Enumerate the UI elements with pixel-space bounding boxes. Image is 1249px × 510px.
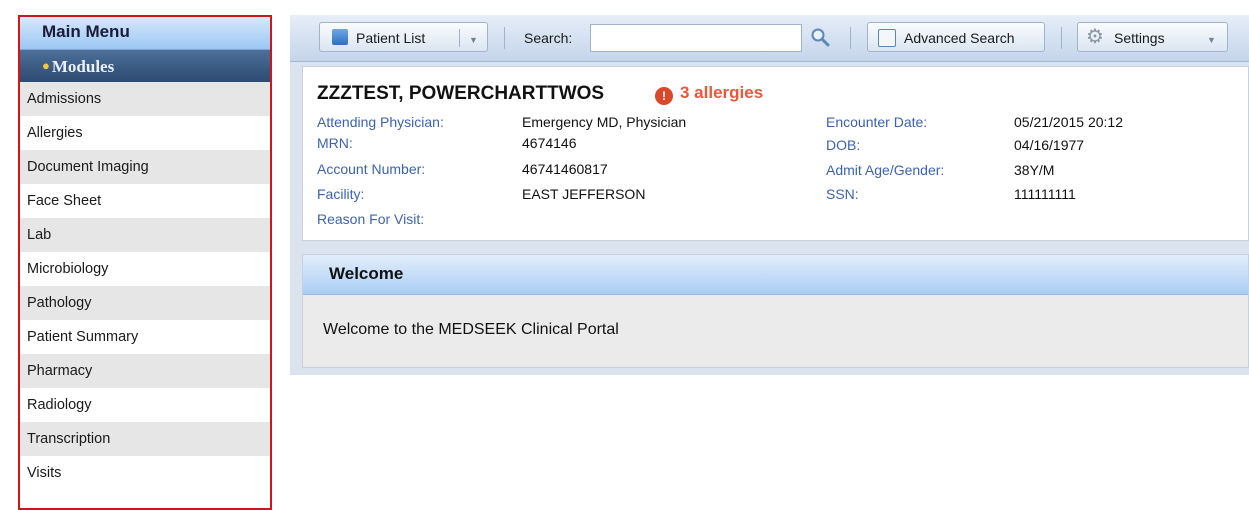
welcome-title: Welcome	[303, 255, 1248, 295]
account-number-label: Account Number:	[317, 161, 426, 177]
main-menu-title: Main Menu	[20, 17, 270, 50]
attending-physician-value: Emergency MD, Physician	[522, 114, 687, 130]
chevron-down-icon[interactable]: ▼	[469, 25, 478, 55]
settings-label: Settings	[1114, 30, 1165, 46]
advanced-search-label: Advanced Search	[904, 30, 1015, 46]
sidebar-item-face-sheet[interactable]: Face Sheet	[20, 184, 270, 218]
modules-label: Modules	[51, 57, 115, 76]
patient-name: ZZZTEST, POWERCHARTTWOS	[317, 83, 605, 104]
patient-list-button[interactable]: Patient List ▼	[319, 22, 488, 52]
settings-button[interactable]: ⚙ Settings ▼	[1077, 22, 1228, 52]
bullet-icon: ●	[42, 58, 50, 73]
toolbar: Patient List ▼ Search: Advanced Search ⚙…	[290, 15, 1249, 62]
mrn-label: MRN:	[317, 135, 353, 151]
gear-icon: ⚙	[1086, 26, 1104, 48]
sidebar-item-visits[interactable]: Visits	[20, 456, 270, 490]
dob-label: DOB:	[826, 137, 861, 153]
toolbar-separator	[504, 27, 505, 49]
sidebar-item-admissions[interactable]: Admissions	[20, 82, 270, 116]
sidebar-item-patient-summary[interactable]: Patient Summary	[20, 320, 270, 354]
patient-banner: ZZZTEST, POWERCHARTTWOS ! 3 allergies At…	[302, 66, 1249, 241]
advanced-search-icon	[878, 29, 896, 47]
main-menu-sidebar: Main Menu ● Modules Admissions Allergies …	[18, 15, 272, 510]
account-number-value: 46741460817	[522, 161, 608, 177]
sidebar-item-document-imaging[interactable]: Document Imaging	[20, 150, 270, 184]
welcome-panel: Welcome Welcome to the MEDSEEK Clinical …	[302, 254, 1249, 368]
encounter-date-value: 05/21/2015 20:12	[1014, 114, 1123, 130]
chevron-down-icon[interactable]: ▼	[1207, 25, 1216, 55]
sidebar-item-pharmacy[interactable]: Pharmacy	[20, 354, 270, 388]
sidebar-item-pathology[interactable]: Pathology	[20, 286, 270, 320]
facility-value: EAST JEFFERSON	[522, 186, 646, 202]
admit-age-gender-value: 38Y/M	[1014, 162, 1055, 178]
welcome-message: Welcome to the MEDSEEK Clinical Portal	[323, 321, 619, 338]
allergy-alert-icon[interactable]: !	[655, 87, 673, 105]
toolbar-separator	[850, 27, 851, 49]
dob-value: 04/16/1977	[1014, 137, 1085, 153]
allergy-count-link[interactable]: 3 allergies	[680, 83, 763, 103]
search-input[interactable]	[590, 24, 802, 52]
sidebar-item-transcription[interactable]: Transcription	[20, 422, 270, 456]
button-divider	[459, 29, 460, 47]
toolbar-separator	[1061, 27, 1062, 49]
sidebar-item-lab[interactable]: Lab	[20, 218, 270, 252]
sidebar-item-allergies[interactable]: Allergies	[20, 116, 270, 150]
search-label: Search:	[524, 30, 573, 46]
sidebar-item-radiology[interactable]: Radiology	[20, 388, 270, 422]
sidebar-item-microbiology[interactable]: Microbiology	[20, 252, 270, 286]
mrn-value: 4674146	[522, 135, 577, 151]
advanced-search-button[interactable]: Advanced Search	[867, 22, 1045, 52]
patient-list-icon	[332, 29, 348, 45]
encounter-date-label: Encounter Date:	[826, 114, 928, 130]
facility-label: Facility:	[317, 186, 365, 202]
ssn-label: SSN:	[826, 186, 859, 202]
patient-list-label: Patient List	[356, 30, 426, 46]
attending-physician-label: Attending Physician:	[317, 114, 444, 130]
admit-age-gender-label: Admit Age/Gender:	[826, 162, 945, 178]
magnifier-icon[interactable]	[810, 27, 830, 47]
ssn-value: 111111111	[1014, 186, 1076, 202]
reason-for-visit-label: Reason For Visit:	[317, 211, 425, 227]
modules-header[interactable]: ● Modules	[20, 50, 270, 82]
